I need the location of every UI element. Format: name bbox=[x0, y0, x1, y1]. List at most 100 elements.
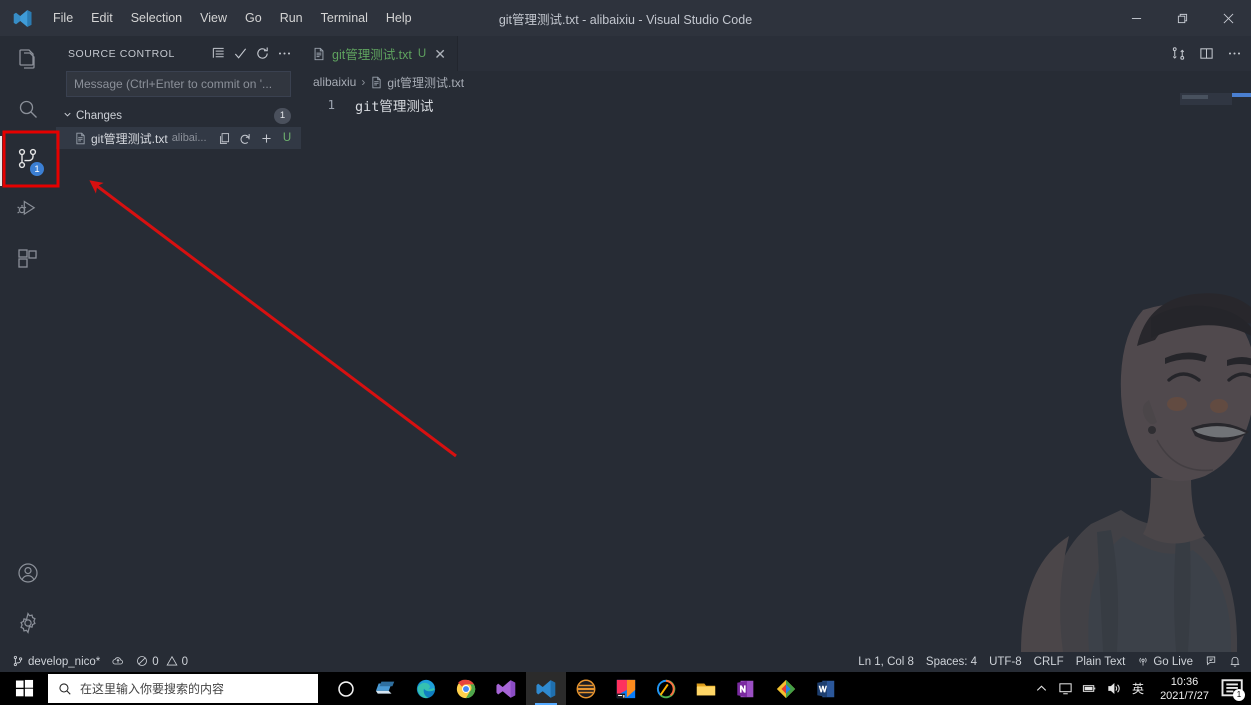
account-icon bbox=[16, 561, 40, 590]
branch-label: develop_nico* bbox=[28, 656, 101, 668]
sidebar-item-explorer[interactable] bbox=[0, 36, 56, 86]
minimize-icon[interactable] bbox=[1113, 0, 1159, 36]
taskbar-onenote-icon[interactable] bbox=[726, 672, 766, 705]
taskbar-task-view-icon[interactable] bbox=[366, 672, 406, 705]
clock-time: 10:36 bbox=[1170, 675, 1199, 688]
split-editor-icon[interactable] bbox=[1193, 41, 1219, 67]
status-eol[interactable]: CRLF bbox=[1028, 652, 1070, 672]
go-live-label: Go Live bbox=[1153, 656, 1193, 668]
source-control-sidebar: SOURCE CONTROL Message (Ctrl+Enter to co… bbox=[56, 36, 301, 662]
status-bar: develop_nico* 0 0 Ln 1, Col 8 Spaces: 4 … bbox=[0, 652, 1251, 672]
minimap[interactable] bbox=[1180, 93, 1232, 662]
editor-actions bbox=[1165, 36, 1247, 71]
breadcrumb-root[interactable]: alibaixiu bbox=[313, 75, 356, 89]
status-feedback[interactable] bbox=[1199, 652, 1223, 672]
taskbar-cortana-icon[interactable] bbox=[326, 672, 366, 705]
taskbar-chrome-icon[interactable] bbox=[446, 672, 486, 705]
scm-file-row[interactable]: git管理测试.txt alibai... U bbox=[56, 127, 301, 149]
status-go-live[interactable]: Go Live bbox=[1131, 652, 1199, 672]
editor-vertical-scrollbar[interactable] bbox=[1232, 93, 1251, 662]
menu-item-file[interactable]: File bbox=[44, 7, 82, 29]
sidebar-item-run-and-debug[interactable] bbox=[0, 186, 56, 236]
sync-cloud-icon bbox=[112, 655, 124, 670]
view-as-tree-icon[interactable] bbox=[207, 43, 229, 65]
code-editor[interactable]: 1 git管理测试 bbox=[301, 93, 1251, 662]
menu-item-help[interactable]: Help bbox=[377, 7, 421, 29]
tab-git-test-txt[interactable]: git管理测试.txt U ✕ bbox=[301, 36, 458, 71]
sidebar-item-accounts[interactable] bbox=[0, 550, 56, 600]
taskbar-edge-icon[interactable] bbox=[406, 672, 446, 705]
sidebar-item-settings[interactable] bbox=[0, 600, 56, 650]
feedback-icon bbox=[1205, 655, 1217, 670]
taskbar-vscode-icon[interactable] bbox=[526, 672, 566, 705]
taskbar-visual-studio-icon[interactable] bbox=[486, 672, 526, 705]
commit-message-box bbox=[56, 71, 301, 97]
chevron-down-icon bbox=[62, 109, 76, 123]
status-notifications[interactable] bbox=[1223, 652, 1247, 672]
taskbar-search-box[interactable]: 在这里输入你要搜索的内容 bbox=[48, 674, 318, 703]
status-cursor-position[interactable]: Ln 1, Col 8 bbox=[852, 652, 920, 672]
sidebar-item-search[interactable] bbox=[0, 86, 56, 136]
speaker-icon[interactable] bbox=[1102, 672, 1124, 705]
taskbar-file-explorer-icon[interactable] bbox=[686, 672, 726, 705]
commit-icon[interactable] bbox=[229, 43, 251, 65]
close-icon[interactable] bbox=[1205, 0, 1251, 36]
sidebar-item-extensions[interactable] bbox=[0, 236, 56, 286]
menu-item-terminal[interactable]: Terminal bbox=[312, 7, 377, 29]
taskbar-postman-icon[interactable] bbox=[646, 672, 686, 705]
breadcrumb-file[interactable]: git管理测试.txt bbox=[387, 74, 464, 91]
source-control-badge: 1 bbox=[29, 161, 45, 177]
changes-group-header[interactable]: Changes 1 bbox=[56, 105, 301, 127]
notification-icon[interactable]: 1 bbox=[1219, 672, 1247, 705]
taskbar-everything-icon[interactable] bbox=[766, 672, 806, 705]
sidebar-item-source-control[interactable]: 1 bbox=[0, 136, 56, 186]
error-icon bbox=[136, 655, 148, 670]
taskbar-idea-icon[interactable] bbox=[606, 672, 646, 705]
text-file-icon bbox=[312, 47, 326, 61]
open-changes-icon[interactable] bbox=[1165, 41, 1191, 67]
windows-start-icon[interactable] bbox=[0, 672, 48, 705]
stage-changes-plus-icon[interactable] bbox=[258, 130, 275, 147]
warning-count: 0 bbox=[181, 656, 189, 668]
menu-item-selection[interactable]: Selection bbox=[122, 7, 191, 29]
breadcrumb-separator: › bbox=[361, 75, 366, 89]
vscode-window: File Edit Selection View Go Run Terminal… bbox=[0, 0, 1251, 672]
status-sync[interactable] bbox=[106, 652, 130, 672]
menu-item-run[interactable]: Run bbox=[271, 7, 312, 29]
extensions-icon bbox=[16, 247, 40, 276]
windows-taskbar: 在这里输入你要搜索的内容 英 10:36 2021/7/27 1 bbox=[0, 672, 1251, 705]
more-actions-icon[interactable] bbox=[1221, 41, 1247, 67]
menu-item-go[interactable]: Go bbox=[236, 7, 271, 29]
chevron-up-icon[interactable] bbox=[1030, 672, 1052, 705]
editor-area: git管理测试.txt U ✕ alibaixiu › git管理测试.txt … bbox=[301, 36, 1251, 662]
sidebar-title: SOURCE CONTROL bbox=[68, 47, 175, 60]
open-changes-icon[interactable] bbox=[216, 130, 233, 147]
monitor-icon[interactable] bbox=[1054, 672, 1076, 705]
status-indentation[interactable]: Spaces: 4 bbox=[920, 652, 983, 672]
menu-item-view[interactable]: View bbox=[191, 7, 236, 29]
refresh-icon[interactable] bbox=[251, 43, 273, 65]
status-language-mode[interactable]: Plain Text bbox=[1070, 652, 1132, 672]
menu-item-edit[interactable]: Edit bbox=[82, 7, 122, 29]
commit-message-input[interactable] bbox=[66, 71, 291, 97]
battery-icon[interactable] bbox=[1078, 672, 1100, 705]
restore-icon[interactable] bbox=[1159, 0, 1205, 36]
more-actions-icon[interactable] bbox=[273, 43, 295, 65]
gear-icon bbox=[16, 611, 40, 640]
status-encoding[interactable]: UTF-8 bbox=[983, 652, 1028, 672]
discard-changes-icon[interactable] bbox=[237, 130, 254, 147]
ime-indicator[interactable]: 英 bbox=[1126, 680, 1150, 697]
tab-label: git管理测试.txt bbox=[332, 48, 412, 62]
status-bar-left: develop_nico* 0 0 bbox=[0, 652, 194, 672]
menu-bar: File Edit Selection View Go Run Terminal… bbox=[44, 0, 421, 36]
close-icon[interactable]: ✕ bbox=[432, 47, 448, 61]
screen: File Edit Selection View Go Run Terminal… bbox=[0, 0, 1251, 705]
status-problems[interactable]: 0 0 bbox=[130, 652, 194, 672]
status-branch[interactable]: develop_nico* bbox=[6, 652, 106, 672]
line-number: 1 bbox=[327, 97, 335, 112]
taskbar-word-icon[interactable] bbox=[806, 672, 846, 705]
sidebar-header: SOURCE CONTROL bbox=[56, 36, 301, 71]
taskbar-clock[interactable]: 10:36 2021/7/27 bbox=[1152, 672, 1217, 705]
search-icon bbox=[58, 682, 72, 696]
taskbar-navicat-icon[interactable] bbox=[566, 672, 606, 705]
